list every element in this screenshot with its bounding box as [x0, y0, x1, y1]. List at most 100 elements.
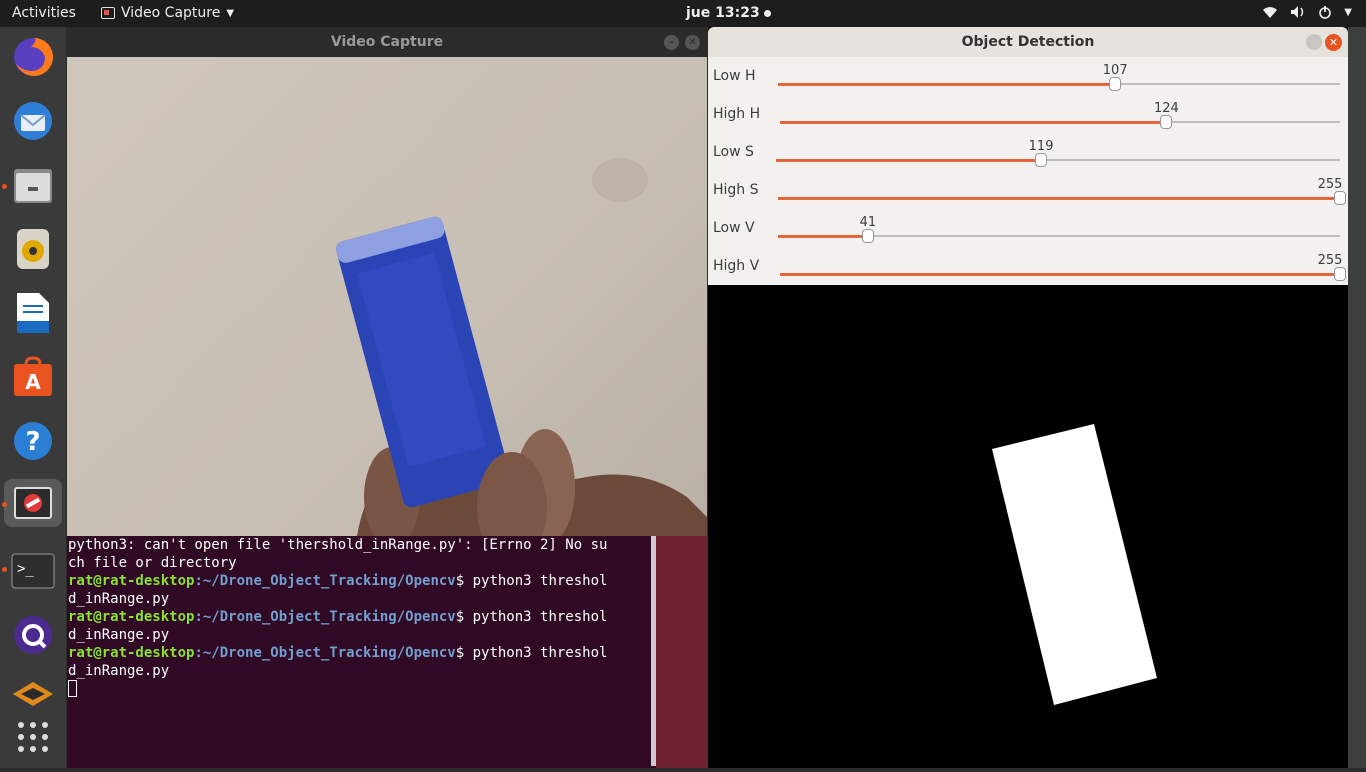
minimize-button[interactable]: – [664, 35, 679, 50]
prompt-command: $ python3 threshol [455, 573, 608, 589]
trackbar-row: High V 255 [708, 247, 1348, 285]
software-center-icon[interactable]: A [9, 353, 57, 401]
writer-icon[interactable] [9, 289, 57, 337]
system-tray[interactable]: ▼ [1262, 5, 1352, 19]
trackbar-track[interactable] [778, 77, 1340, 91]
chevron-down-icon: ▼ [1344, 6, 1352, 18]
running-indicator [2, 184, 7, 189]
trackbar-value: 41 [859, 215, 877, 230]
svg-text:?: ? [25, 427, 40, 457]
trackbar-fill [780, 273, 1340, 276]
trackbar-label: Low V [713, 220, 755, 236]
trackbar-panel: Low H 107 High H 124 Low S 119 High S 255 Low V 4… [708, 57, 1348, 285]
trackbar-handle[interactable] [861, 229, 874, 243]
trackbar-row: High H 124 [708, 95, 1348, 133]
prompt-command: $ python3 threshol [455, 645, 608, 661]
object-detection-window[interactable]: Object Detection ✕ Low H 107 High H 124 Low … [708, 27, 1348, 768]
trackbar-value: 255 [1317, 177, 1343, 192]
video-capture-window[interactable]: Video Capture – ✕ [67, 27, 707, 536]
trackbar-value: 107 [1102, 63, 1128, 78]
dock: A ? >_ [0, 27, 66, 768]
svg-text:>_: >_ [17, 561, 34, 577]
camera-feed [67, 57, 707, 536]
apps-grid-icon[interactable] [9, 713, 57, 761]
files-icon[interactable] [9, 161, 57, 209]
terminal-window[interactable]: python3: can't open file 'thershold_inRa… [67, 536, 656, 768]
svg-text:A: A [25, 370, 41, 394]
qgroundcontrol-icon[interactable] [9, 611, 57, 659]
trackbar-handle[interactable] [1334, 191, 1346, 205]
prompt-path: :~/Drone_Object_Tracking/Opencv [194, 609, 456, 625]
trackbar-fill [778, 83, 1116, 86]
prompt-path: :~/Drone_Object_Tracking/Opencv [194, 645, 456, 661]
terminal-output-line: ch file or directory [68, 555, 237, 571]
trackbar-handle[interactable] [1160, 115, 1173, 129]
trackbar-row: Low S 119 [708, 133, 1348, 171]
trackbar-handle[interactable] [1334, 267, 1346, 281]
wifi-icon [1263, 7, 1278, 18]
close-button[interactable]: ✕ [685, 35, 700, 50]
trackbar-track[interactable] [778, 191, 1346, 205]
video-capture-app-icon [101, 7, 115, 19]
trackbar-value: 124 [1153, 101, 1179, 116]
prompt-path: :~/Drone_Object_Tracking/Opencv [194, 573, 456, 589]
thunderbird-icon[interactable] [9, 97, 57, 145]
trackbar-fill [778, 235, 868, 238]
trackbar-track[interactable] [780, 267, 1346, 281]
app-menu-label: Video Capture [121, 5, 221, 21]
clock[interactable]: jue 13:23 [686, 5, 771, 21]
trackbar-fill [780, 121, 1167, 124]
terminal-command-line: rat@rat-desktop:~/Drone_Object_Tracking/… [68, 608, 656, 626]
trackbar-row: Low V 41 [708, 209, 1348, 247]
video-capture-titlebar[interactable]: Video Capture – ✕ [67, 27, 707, 57]
terminal-output-line: d_inRange.py [68, 591, 170, 607]
terminal-input-line[interactable] [68, 680, 656, 698]
text-cursor [68, 680, 77, 697]
video-capture-title: Video Capture [330, 34, 444, 50]
terminal-output-line: d_inRange.py [68, 663, 170, 679]
trackbar-label: High V [713, 258, 760, 274]
terminal-output-line: d_inRange.py [68, 627, 170, 643]
terminal-command-line: rat@rat-desktop:~/Drone_Object_Tracking/… [68, 644, 656, 662]
layers-icon[interactable] [9, 671, 57, 719]
trackbar-track[interactable] [780, 115, 1340, 129]
activities-button[interactable]: Activities [12, 5, 76, 21]
top-panel: Activities Video Capture ▼ jue 13:23 ▼ [0, 0, 1366, 27]
notification-dot [763, 9, 771, 17]
terminal-icon[interactable]: >_ [9, 547, 57, 595]
threshold-mask-view [708, 285, 1348, 768]
minimize-button[interactable] [1306, 34, 1322, 50]
trackbar-track[interactable] [778, 229, 1340, 243]
trackbar-value: 119 [1028, 139, 1054, 154]
trackbar-track[interactable] [776, 153, 1340, 167]
trackbar-label: High H [713, 106, 761, 122]
close-button[interactable]: ✕ [1325, 34, 1342, 51]
trackbar-label: High S [713, 182, 759, 198]
firefox-icon[interactable] [9, 33, 57, 81]
chevron-down-icon: ▼ [226, 7, 235, 19]
trackbar-value: 255 [1317, 253, 1343, 268]
trackbar-row: Low H 107 [708, 57, 1348, 95]
trackbar-handle[interactable] [1035, 153, 1048, 167]
trackbar-label: Low S [713, 144, 754, 160]
terminal-output-line: python3: can't open file 'thershold_inRa… [68, 537, 608, 553]
clock-label: jue 13:23 [686, 5, 760, 21]
app-menu[interactable]: Video Capture ▼ [101, 5, 234, 21]
terminal-command-line: rat@rat-desktop:~/Drone_Object_Tracking/… [68, 572, 656, 590]
no-entry-icon[interactable] [4, 479, 62, 527]
trackbar-fill [776, 159, 1042, 162]
help-icon[interactable]: ? [9, 417, 57, 465]
trackbar-row: High S 255 [708, 171, 1348, 209]
background-window-edge [1348, 27, 1366, 768]
prompt-user: rat@rat-desktop [68, 609, 195, 625]
prompt-user: rat@rat-desktop [68, 645, 195, 661]
prompt-user: rat@rat-desktop [68, 573, 195, 589]
power-icon [1319, 6, 1332, 19]
rhythmbox-icon[interactable] [9, 225, 57, 273]
terminal-scrollbar[interactable] [651, 536, 656, 766]
object-detection-titlebar[interactable]: Object Detection ✕ [708, 27, 1348, 57]
trackbar-handle[interactable] [1109, 77, 1122, 91]
trackbar-fill [778, 197, 1340, 200]
volume-icon [1291, 6, 1304, 18]
object-detection-title: Object Detection [961, 34, 1095, 50]
